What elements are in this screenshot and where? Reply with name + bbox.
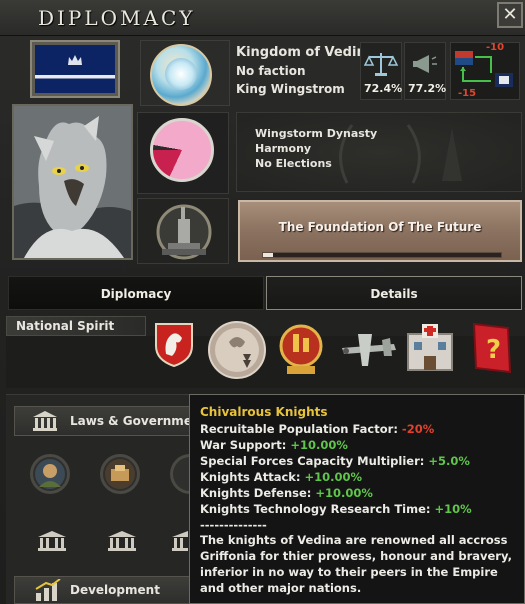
election-status: No Elections bbox=[255, 157, 332, 170]
tab-details[interactable]: Details bbox=[266, 276, 522, 310]
relation-value-top: -10 bbox=[486, 42, 505, 53]
party-ideology: Harmony bbox=[255, 142, 312, 155]
knight-coin-icon[interactable] bbox=[207, 320, 267, 380]
faction-label: No faction bbox=[236, 64, 306, 78]
crown-icon bbox=[68, 55, 82, 65]
stability-value: 72.4% bbox=[364, 82, 403, 95]
law-slot-trade[interactable] bbox=[100, 454, 140, 494]
country-info: Kingdom of Vedina No faction King Wingst… bbox=[236, 44, 374, 98]
government-building-icon bbox=[33, 411, 57, 431]
hospital-icon[interactable] bbox=[404, 320, 456, 374]
tooltip-separator: -------------- bbox=[200, 518, 267, 532]
laws-title: Laws & Government bbox=[70, 414, 207, 428]
scales-icon bbox=[363, 53, 399, 76]
development-title: Development bbox=[70, 583, 160, 597]
party-name: Wingstorm Dynasty bbox=[255, 127, 378, 140]
law-slot-conscription[interactable] bbox=[30, 454, 70, 494]
window-title: Diplomacy bbox=[38, 6, 196, 30]
leader-portrait[interactable] bbox=[12, 104, 133, 260]
svg-text:?: ? bbox=[486, 335, 501, 365]
trade-goods-icon bbox=[105, 459, 135, 489]
tooltip-line: Knights Attack: +10.00% bbox=[200, 470, 363, 484]
ideology-emblem-core bbox=[165, 58, 197, 90]
leader-title: King Wingstrom bbox=[236, 82, 345, 96]
focus-progress-bar bbox=[262, 252, 502, 258]
party-popularity-pie[interactable] bbox=[150, 118, 214, 182]
flag-image bbox=[35, 45, 115, 93]
tooltip-description: The knights of Vedina are renowned all a… bbox=[200, 533, 512, 595]
building-icon bbox=[38, 531, 66, 551]
tooltip-line: Knights Technology Research Time: +10% bbox=[200, 502, 472, 516]
focus-name: The Foundation Of The Future bbox=[278, 220, 482, 234]
tooltip-line: War Support: +10.00% bbox=[200, 438, 348, 452]
griffon-portrait-icon bbox=[14, 106, 131, 258]
soldier-portrait-icon bbox=[35, 459, 65, 489]
tooltip-title: Chivalrous Knights bbox=[200, 405, 328, 419]
aircraft-icon[interactable] bbox=[338, 326, 398, 372]
griffon-shield-icon[interactable] bbox=[150, 320, 198, 368]
building-icon bbox=[172, 531, 188, 551]
close-button[interactable]: ✕ bbox=[497, 2, 523, 28]
industry-medal-icon[interactable] bbox=[275, 320, 327, 376]
party-info: Wingstorm Dynasty Harmony No Elections bbox=[255, 126, 377, 171]
statue-of-liberty-icon bbox=[156, 204, 212, 260]
national-spirit-header: National Spirit bbox=[6, 316, 146, 336]
focus-progress-fill bbox=[263, 253, 273, 257]
tooltip-line: Special Forces Capacity Multiplier: +5.0… bbox=[200, 454, 470, 468]
tooltip-line: Recruitable Population Factor: -20% bbox=[200, 422, 435, 436]
war-support-value: 77.2% bbox=[408, 82, 447, 95]
country-flag[interactable] bbox=[30, 40, 120, 98]
country-name: Kingdom of Vedina bbox=[236, 45, 375, 60]
development-chart-icon bbox=[35, 579, 61, 601]
tooltip-modifiers: Recruitable Population Factor: -20% War … bbox=[200, 421, 472, 533]
tab-diplomacy[interactable]: Diplomacy bbox=[8, 276, 264, 310]
tooltip-line: Knights Defense: +10.00% bbox=[200, 486, 373, 500]
question-book-icon[interactable]: ? bbox=[466, 320, 516, 376]
focus-icon-frame bbox=[137, 198, 229, 264]
relation-value-bottom: -15 bbox=[458, 88, 477, 99]
building-icon bbox=[108, 531, 136, 551]
megaphone-icon bbox=[413, 55, 437, 73]
